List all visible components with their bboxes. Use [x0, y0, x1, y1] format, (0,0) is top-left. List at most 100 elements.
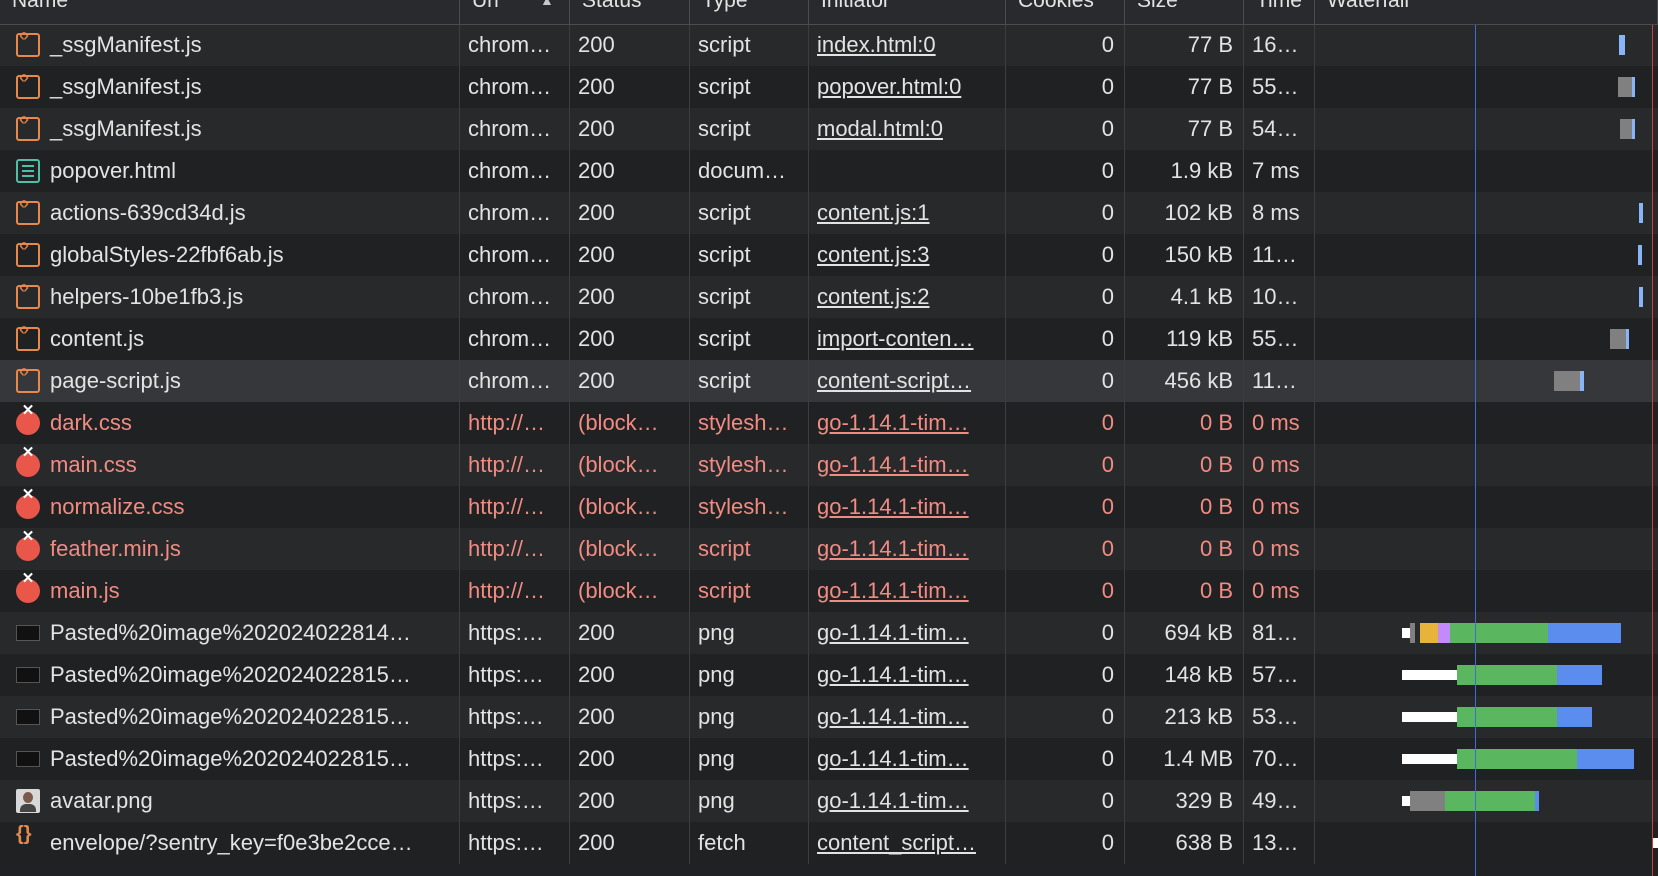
request-row[interactable]: envelope/?sentry_key=f0e3be2cce…https:…2… [0, 822, 1658, 864]
request-row[interactable]: Pasted%20image%202024022815… https:… 200 pn… [0, 654, 1658, 696]
request-row[interactable]: _ssgManifest.jschrom…200script index.html… [0, 24, 1658, 66]
column-header-name[interactable]: Name [0, 0, 460, 24]
request-size: 77 B [1125, 108, 1244, 150]
request-cookies: 0 [1006, 66, 1125, 108]
request-size: 4.1 kB [1125, 276, 1244, 318]
initiator-link[interactable]: go-1.14.1-tim… [817, 452, 969, 477]
initiator-link[interactable]: index.html:0 [817, 32, 936, 57]
request-row[interactable]: Pasted%20image%202024022815… https:… 200 pn… [0, 696, 1658, 738]
request-initiator: go-1.14.1-tim… [809, 696, 1006, 738]
request-row[interactable]: popover.html chrom… 200 docum… 0 1.9 kB 7 ms [0, 150, 1658, 192]
request-size: 148 kB [1125, 654, 1244, 696]
initiator-link[interactable]: content.js:1 [817, 200, 930, 225]
request-size: 0 B [1125, 528, 1244, 570]
request-size: 0 B [1125, 444, 1244, 486]
initiator-link[interactable]: go-1.14.1-tim… [817, 536, 969, 561]
waterfall-cell [1315, 276, 1658, 318]
request-name: helpers-10be1fb3.js [0, 276, 460, 318]
waterfall-bar [1420, 623, 1438, 643]
initiator-link[interactable]: go-1.14.1-tim… [817, 746, 969, 771]
request-status: 200 [570, 696, 690, 738]
column-header-time[interactable]: Time [1244, 0, 1315, 24]
request-time: 53… [1244, 696, 1315, 738]
request-row[interactable]: page-script.jschrom…200script content-scr… [0, 360, 1658, 402]
waterfall-cell [1315, 150, 1658, 192]
column-header-cookies[interactable]: Cookies [1006, 0, 1125, 24]
initiator-link[interactable]: content.js:3 [817, 242, 930, 267]
request-row[interactable]: feather.min.jshttp://…(block…script go-1.… [0, 527, 1658, 570]
initiator-link[interactable]: content-script… [817, 368, 971, 393]
request-type: script [690, 234, 809, 276]
initiator-link[interactable]: go-1.14.1-tim… [817, 704, 969, 729]
request-row[interactable]: main.csshttp://…(block…stylesh… go-1.14.1… [0, 443, 1658, 486]
request-initiator: content.js:1 [809, 192, 1006, 234]
request-type: script [690, 318, 809, 360]
column-header-size[interactable]: Size [1125, 0, 1244, 24]
initiator-link[interactable]: import-conten… [817, 326, 974, 351]
request-row[interactable]: Pasted%20image%202024022815… https:… 200 pn… [0, 738, 1658, 780]
request-initiator: go-1.14.1-tim… [809, 738, 1006, 780]
request-time: 0 ms [1244, 570, 1315, 612]
request-cookies: 0 [1006, 570, 1125, 612]
request-status: (block… [570, 570, 690, 612]
request-cookies: 0 [1006, 780, 1125, 822]
initiator-link[interactable]: modal.html:0 [817, 116, 943, 141]
request-url: https:… [460, 738, 570, 780]
request-row[interactable]: globalStyles-22fbf6ab.jschrom…200scriptc… [0, 234, 1658, 276]
column-header-initiator[interactable]: Initiator [809, 0, 1006, 24]
column-header-status[interactable]: Status [570, 0, 690, 24]
column-header-type[interactable]: Type [690, 0, 809, 24]
request-url: chrom… [460, 234, 570, 276]
load-event-line [1652, 0, 1653, 876]
request-initiator: go-1.14.1-tim… [809, 486, 1006, 528]
request-name: main.js [0, 570, 460, 612]
request-size: 0 B [1125, 402, 1244, 444]
request-row[interactable]: Pasted%20image%202024022814… https:… 200 pn… [0, 612, 1658, 654]
request-time: 11… [1244, 234, 1315, 276]
initiator-link[interactable]: go-1.14.1-tim… [817, 578, 969, 603]
request-row[interactable]: _ssgManifest.jschrom…200script popover.ht… [0, 66, 1658, 108]
request-url: https:… [460, 780, 570, 822]
request-size: 0 B [1125, 486, 1244, 528]
request-size: 1.9 kB [1125, 150, 1244, 192]
waterfall-bar [1535, 791, 1539, 811]
request-name: dark.css [0, 402, 460, 444]
request-row[interactable]: avatar.png https:… 200 png go-1.14.1-tim… 0 32… [0, 780, 1658, 822]
request-cookies: 0 [1006, 486, 1125, 528]
waterfall-cell [1315, 570, 1658, 612]
initiator-link[interactable]: content.js:2 [817, 284, 930, 309]
request-row[interactable]: dark.csshttp://…(block…stylesh… go-1.14.1… [0, 401, 1658, 444]
request-size: 119 kB [1125, 318, 1244, 360]
request-cookies: 0 [1006, 402, 1125, 444]
waterfall-cell [1315, 234, 1658, 276]
waterfall-cell [1315, 738, 1658, 780]
request-row[interactable]: normalize.csshttp://…(block…stylesh… go-1… [0, 485, 1658, 528]
request-row[interactable]: _ssgManifest.jschrom…200script modal.html… [0, 108, 1658, 150]
waterfall-bar [1457, 707, 1557, 727]
initiator-link[interactable]: go-1.14.1-tim… [817, 494, 969, 519]
column-header-waterfall[interactable]: Waterfall [1315, 0, 1658, 24]
request-row[interactable]: main.jshttp://…(block…script go-1.14.1-ti… [0, 569, 1658, 612]
initiator-link[interactable]: go-1.14.1-tim… [817, 788, 969, 813]
initiator-link[interactable]: go-1.14.1-tim… [817, 620, 969, 645]
waterfall-cell [1315, 24, 1658, 66]
initiator-link[interactable]: go-1.14.1-tim… [817, 410, 969, 435]
request-status: 200 [570, 360, 690, 402]
request-row[interactable]: helpers-10be1fb3.jschrom…200script conten… [0, 276, 1658, 318]
request-cookies: 0 [1006, 822, 1125, 864]
request-time: 13… [1244, 822, 1315, 864]
request-row[interactable]: content.jschrom…200script import-conten… 0… [0, 318, 1658, 360]
request-size: 0 B [1125, 570, 1244, 612]
waterfall-cell [1315, 696, 1658, 738]
initiator-link[interactable]: content_script… [817, 830, 976, 855]
request-time: 16… [1244, 24, 1315, 66]
waterfall-bar [1618, 77, 1632, 97]
request-type: png [690, 654, 809, 696]
waterfall-bar [1632, 77, 1635, 97]
initiator-link[interactable]: go-1.14.1-tim… [817, 662, 969, 687]
request-type: script [690, 24, 809, 66]
request-initiator: content.js:3 [809, 234, 1006, 276]
request-row[interactable]: actions-639cd34d.jschrom…200script conten… [0, 192, 1658, 234]
request-time: 10… [1244, 276, 1315, 318]
initiator-link[interactable]: popover.html:0 [817, 74, 961, 99]
